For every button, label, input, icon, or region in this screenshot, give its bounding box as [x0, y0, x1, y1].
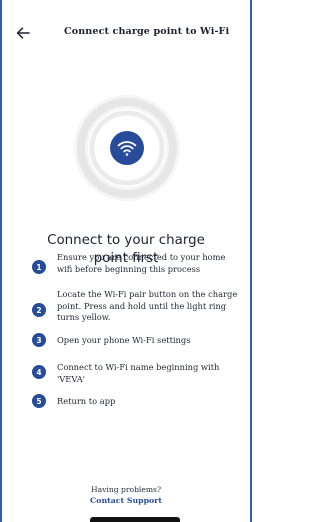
step-text-line: 'VEVA'	[57, 373, 86, 384]
contact-support-link[interactable]: Contact Support	[0, 496, 252, 505]
step-number-badge: 4	[32, 365, 46, 379]
step-text: Connect to Wi-Fi name beginning with 'VE…	[57, 362, 242, 385]
page-title: Connect charge point to Wi-Fi	[64, 26, 230, 37]
having-problems-text: Having problems?	[90, 485, 162, 494]
header: Connect charge point to Wi-Fi	[0, 0, 252, 62]
step-number-badge: 2	[32, 303, 46, 317]
step-number-badge: 5	[32, 394, 46, 408]
step-text-line: Ensure you are connected to your home	[57, 252, 226, 262]
step-number-badge: 3	[32, 333, 46, 347]
home-indicator	[90, 517, 180, 522]
step-text-line: wifi before beginning this process	[57, 263, 201, 274]
step-text-line: Open your phone Wi-Fi settings	[57, 335, 191, 345]
wifi-illustration	[72, 93, 182, 203]
step-text: Ensure you are connected to your home wi…	[57, 252, 242, 275]
step-text-line: Locate the Wi-Fi pair button on the char…	[57, 289, 238, 299]
step-text-line: Connect to Wi-Fi name beginning with	[57, 362, 220, 372]
step-number-badge: 1	[32, 260, 46, 274]
arrow-left-icon	[16, 27, 30, 39]
step-text: Open your phone Wi-Fi settings	[57, 335, 242, 347]
step-text-line: turns yellow.	[57, 312, 111, 323]
step-text-line: point. Press and hold until the light ri…	[57, 300, 227, 311]
back-button[interactable]	[14, 24, 32, 42]
heading-line-1: Connect to your charge	[47, 233, 205, 248]
step-text: Return to app	[57, 396, 242, 408]
step-text: Locate the Wi-Fi pair button on the char…	[57, 289, 242, 324]
step-text-line: Return to app	[57, 396, 116, 406]
